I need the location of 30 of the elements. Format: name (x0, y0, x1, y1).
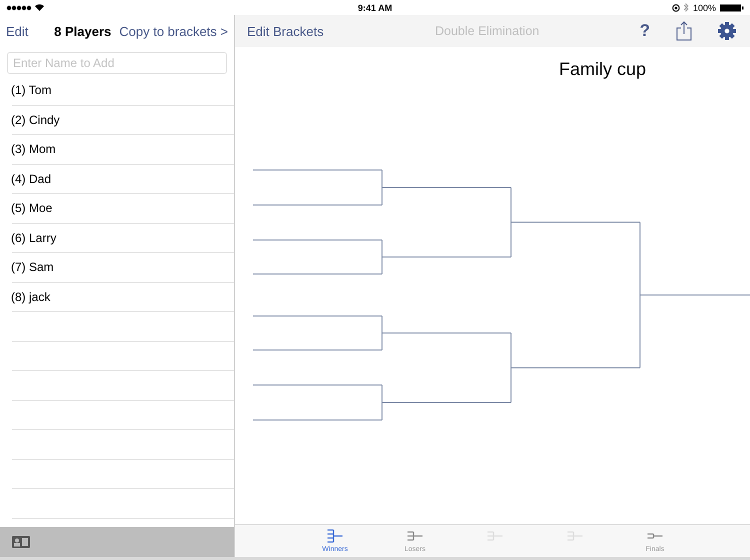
bracket-icon (567, 531, 583, 541)
contact-card-icon[interactable] (12, 536, 30, 548)
bluetooth-icon (684, 3, 689, 12)
bracket-icon (327, 529, 343, 543)
player-name[interactable]: (7) Sam (11, 260, 54, 274)
battery-percent: 100% (692, 2, 716, 12)
player-name[interactable]: (3) Mom (11, 142, 56, 156)
bracket-icon (407, 531, 423, 541)
bracket-title: Family cup (559, 59, 646, 80)
player-name[interactable]: (5) Moe (11, 201, 52, 216)
edit-button[interactable]: Edit (6, 24, 28, 38)
player-name[interactable]: (8) jack (11, 290, 50, 304)
help-button[interactable]: ? (640, 21, 650, 41)
name-input-field[interactable]: Enter Name to Add (7, 52, 227, 74)
players-title: 8 Players (54, 24, 112, 38)
edit-brackets-button[interactable]: Edit Brackets (247, 24, 324, 38)
copy-to-brackets-button[interactable]: Copy to brackets > (119, 24, 228, 38)
lock-rotation-icon (672, 4, 680, 12)
player-name[interactable]: (6) Larry (11, 230, 56, 245)
wifi-icon (35, 4, 44, 11)
battery-icon (720, 4, 744, 12)
player-name[interactable]: (4) Dad (11, 172, 52, 186)
player-name[interactable]: (2) Cindy (11, 112, 60, 127)
share-icon[interactable] (676, 21, 692, 41)
signal-icon (6, 4, 34, 10)
settings-icon[interactable] (718, 22, 736, 40)
status-time: 9:41 AM (358, 2, 392, 12)
bracket-icon (647, 533, 663, 539)
player-name[interactable]: (1) Tom (11, 83, 52, 98)
bracket-icon (487, 531, 503, 541)
